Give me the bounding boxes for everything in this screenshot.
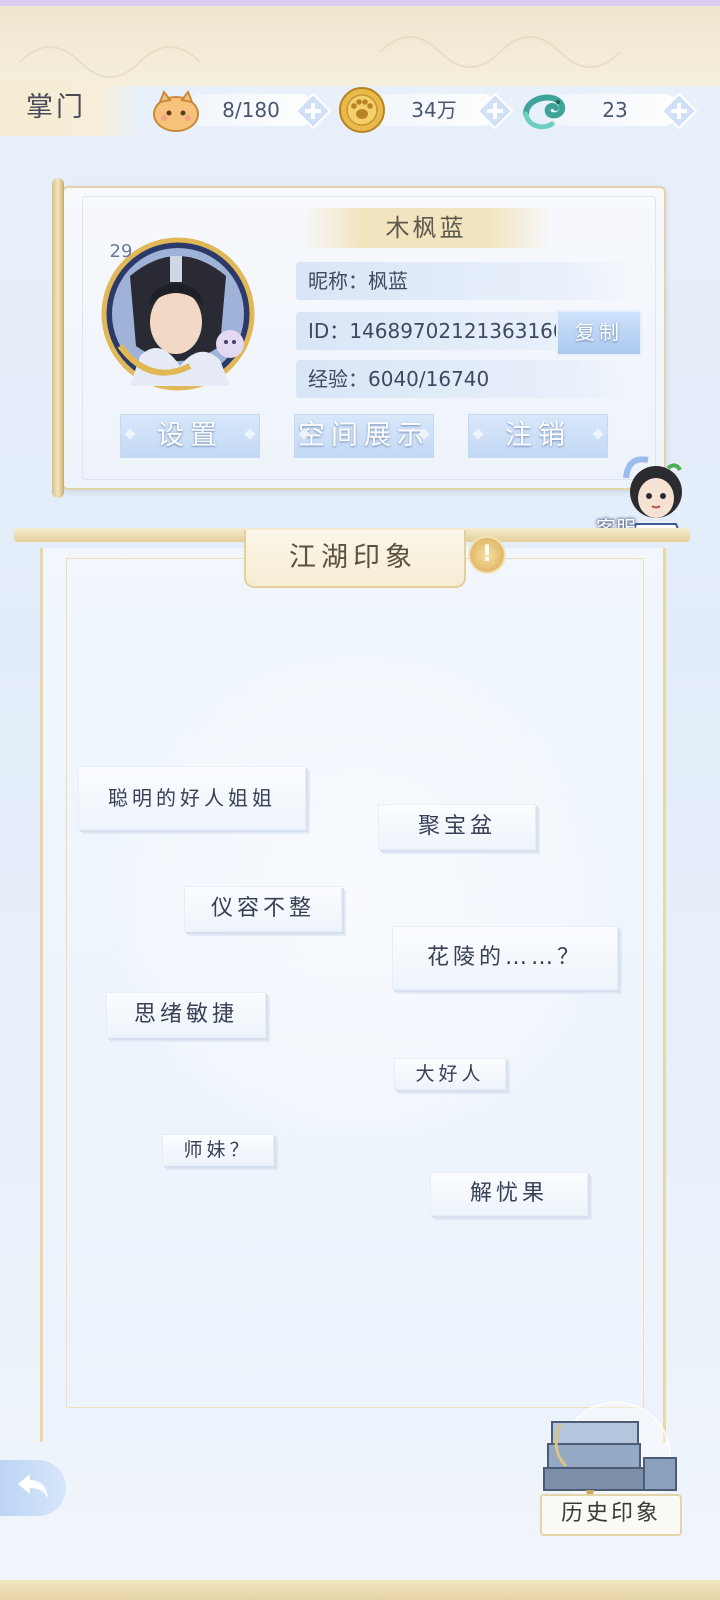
space-display-button[interactable]: 空间展示 [292,412,436,460]
top-banner [0,0,720,86]
resource-bar: 掌门 8/180 34万 23 [0,80,720,140]
section-title: 掌门 [0,80,140,136]
id-value: 146897021213631607 [349,319,579,343]
settings-button[interactable]: 设置 [118,412,262,460]
jade-dragon-icon [523,94,566,130]
back-arrow-icon [18,1474,48,1498]
bottom-banner [0,1580,720,1600]
level-badge: 29 [109,241,133,262]
nickname-value: 枫蓝 [368,269,408,293]
back-button[interactable] [0,1460,66,1516]
add-coins-button[interactable] [476,92,514,130]
impression-tag[interactable]: 师妹？ [162,1134,274,1166]
impression-tag[interactable]: 思绪敏捷 [106,992,266,1038]
id-label: ID： [308,319,350,343]
gold-paw-coin-icon [339,87,385,133]
copy-id-button[interactable]: 复制 [556,310,642,356]
logout-button[interactable]: 注销 [466,412,610,460]
impression-tag[interactable]: 聪明的好人姐姐 [78,766,306,830]
impression-tag[interactable]: 大好人 [394,1058,506,1090]
impression-tag[interactable]: 解忧果 [430,1172,588,1216]
exp-label: 经验： [308,367,368,391]
nickname-label: 昵称： [308,269,368,293]
player-name: 木枫蓝 [385,214,467,242]
cloud-pattern-decoration [19,36,621,78]
nickname-row: 昵称：枫蓝 [296,262,632,300]
exp-row: 经验：6040/16740 [296,360,632,398]
info-icon[interactable]: ! [470,538,504,572]
add-stamina-button[interactable] [294,92,332,130]
scroll-rod-decoration [52,178,64,498]
cat-bun-icon [153,89,199,132]
impression-tag[interactable]: 花陵的……？ [392,926,618,990]
impression-tag[interactable]: 仪容不整 [184,886,342,932]
history-impressions-label[interactable]: 历史印象 [540,1494,682,1536]
impression-tag[interactable]: 聚宝盆 [378,804,536,850]
impressions-title: 江湖印象 [289,542,417,573]
add-jade-button[interactable] [660,92,698,130]
exp-value: 6040/16740 [368,367,490,391]
